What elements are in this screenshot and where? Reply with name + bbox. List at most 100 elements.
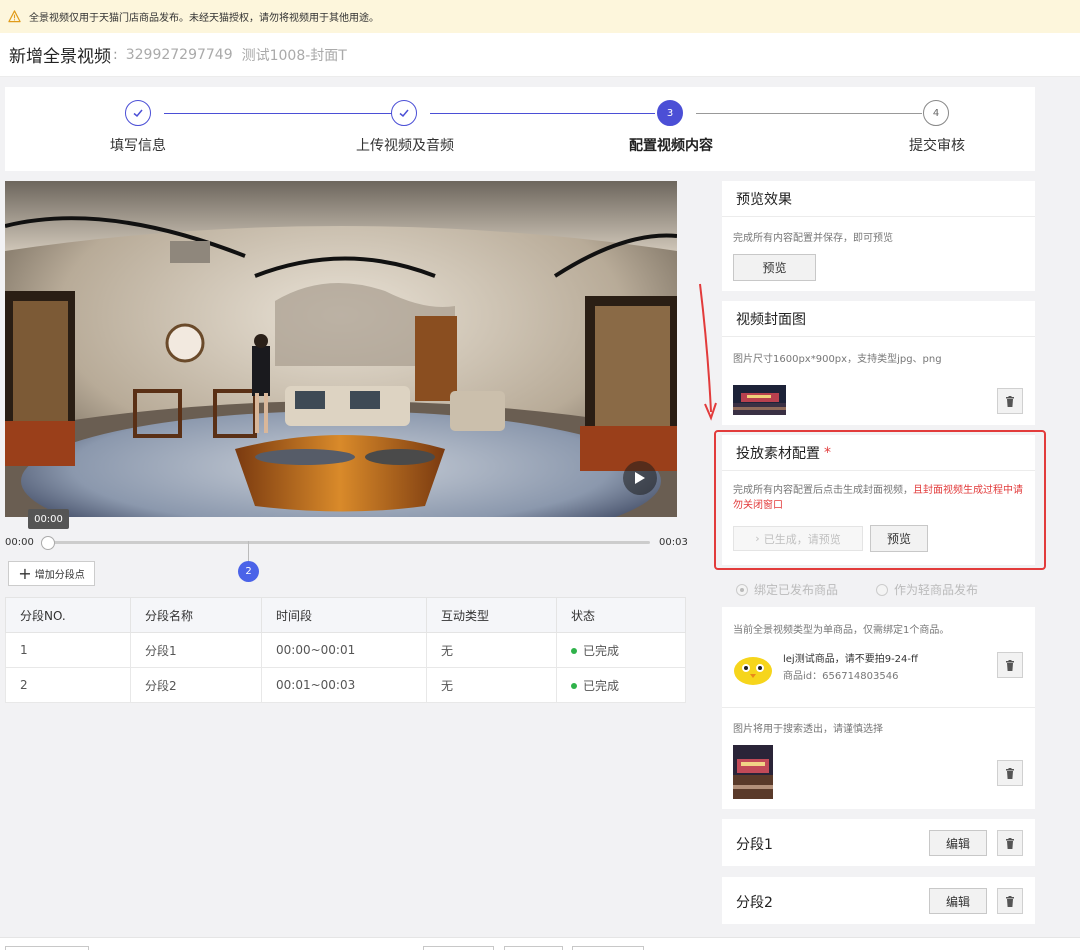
step-3-circle: 3 — [657, 100, 683, 126]
delete-search-image-button[interactable] — [997, 760, 1023, 786]
segment-point-marker[interactable]: 2 — [238, 561, 259, 582]
edit-segment-button[interactable]: 编辑 — [929, 888, 987, 914]
column-header: 分段名称 — [130, 597, 262, 633]
step-3-label: 配置视频内容 — [629, 138, 713, 154]
cover-thumbnail[interactable] — [733, 385, 786, 415]
segment-row: 分段1 编辑 — [722, 819, 1035, 866]
divider — [722, 707, 1035, 708]
status-text: 已完成 — [583, 643, 620, 658]
column-header: 时间段 — [261, 597, 427, 633]
timeline-track[interactable] — [42, 541, 650, 544]
step-4-circle: 4 — [923, 100, 949, 126]
column-header: 状态 — [556, 597, 686, 633]
step-connector — [164, 113, 392, 114]
trash-icon — [1006, 395, 1014, 407]
timeline-scrubber[interactable] — [41, 536, 55, 550]
segment-point-line — [248, 541, 249, 563]
video-name: 测试1008-封面T — [241, 47, 347, 64]
table-cell: 无 — [426, 632, 557, 668]
image-hint: 图片将用于搜索透出，请谨慎选择 — [733, 724, 883, 735]
step-indicator: 3 4 填写信息 上传视频及音频 配置视频内容 提交审核 — [5, 87, 1035, 171]
warning-icon — [8, 10, 21, 23]
current-time: 00:00 — [5, 537, 34, 548]
table-cell: 分段1 — [130, 632, 262, 668]
add-segment-label: 增加分段点 — [34, 570, 85, 581]
notice-text: 全景视频仅用于天猫门店商品发布。未经天猫授权，请勿将视频用于其他用途。 — [29, 13, 379, 24]
footer-button[interactable] — [423, 946, 494, 950]
add-segment-button[interactable]: + 增加分段点 — [8, 561, 95, 586]
panorama-frame — [5, 181, 677, 517]
delete-segment-button[interactable] — [997, 888, 1023, 914]
segment-name: 分段1 — [736, 837, 773, 853]
panel-title: 预览效果 — [722, 181, 1035, 217]
panel-title: 视频封面图 — [722, 301, 1035, 337]
step-connector — [696, 113, 922, 114]
product-avatar — [733, 652, 773, 688]
delete-product-button[interactable] — [997, 652, 1023, 678]
radio-label: 绑定已发布商品 — [754, 583, 839, 597]
product-hint: 当前全景视频类型为单商品，仅需绑定1个商品。 — [733, 625, 950, 636]
product-name: lej测试商品，请不要拍9-24-ff — [783, 654, 918, 665]
table-cell: 2 — [5, 667, 131, 703]
radio-light-product[interactable]: 作为轻商品发布 — [876, 581, 978, 598]
trash-icon — [1006, 767, 1014, 779]
table-row[interactable]: 2 分段2 00:01~00:03 无 已完成 — [5, 667, 686, 703]
table-cell: 分段2 — [130, 667, 262, 703]
status-dot-icon — [571, 648, 577, 654]
radio-selected-icon — [736, 583, 748, 596]
table-cell: 无 — [426, 667, 557, 703]
preview-hint: 完成所有内容配置并保存，即可预览 — [733, 233, 893, 244]
footer-button[interactable] — [5, 946, 89, 950]
radio-unselected-icon — [876, 583, 889, 596]
radio-label: 作为轻商品发布 — [894, 583, 979, 597]
panorama-video-player[interactable] — [5, 181, 677, 517]
column-header: 分段NO. — [5, 597, 131, 633]
product-chick-image — [734, 657, 772, 685]
page-title: 新增全景视频 — [9, 47, 111, 67]
play-button[interactable] — [623, 461, 657, 495]
product-id: 商品id：656714803546 — [783, 671, 899, 682]
edit-segment-button[interactable]: 编辑 — [929, 830, 987, 856]
trash-icon — [1006, 895, 1014, 907]
step-1-label: 填写信息 — [110, 138, 166, 154]
table-header-row: 分段NO. 分段名称 时间段 互动类型 状态 — [5, 597, 686, 633]
cover-image — [733, 385, 786, 415]
cover-hint: 图片尺寸1600px*900px，支持类型jpg、png — [733, 354, 942, 365]
play-icon — [635, 472, 645, 484]
publish-mode-radios: 绑定已发布商品 作为轻商品发布 — [722, 572, 1035, 607]
radio-bound-product[interactable]: 绑定已发布商品 — [736, 581, 838, 598]
column-header: 互动类型 — [426, 597, 557, 633]
preview-button[interactable]: 预览 — [733, 254, 816, 281]
page-header: 新增全景视频 : 329927297749 测试1008-封面T — [0, 33, 1080, 77]
footer-bar — [0, 937, 1080, 950]
segment-table: 分段NO. 分段名称 时间段 互动类型 状态 1 分段1 00:00~00:01… — [5, 597, 686, 703]
product-panel: 绑定已发布商品 作为轻商品发布 当前全景视频类型为单商品，仅需绑定1个商品。 l… — [722, 572, 1035, 809]
status-dot-icon — [571, 683, 577, 689]
delete-cover-button[interactable] — [997, 388, 1023, 414]
video-id: 329927297749 — [125, 46, 233, 63]
time-tooltip: 00:00 — [28, 509, 69, 529]
step-4-label: 提交审核 — [909, 138, 965, 154]
status-text: 已完成 — [583, 678, 620, 693]
footer-button[interactable] — [504, 946, 563, 950]
status-cell: 已完成 — [556, 667, 686, 703]
table-cell: 00:01~00:03 — [261, 667, 427, 703]
search-image-thumbnail[interactable] — [733, 745, 773, 799]
notice-bar: 全景视频仅用于天猫门店商品发布。未经天猫授权，请勿将视频用于其他用途。 — [0, 0, 1080, 33]
footer-button[interactable] — [572, 946, 644, 950]
plus-icon: + — [18, 563, 32, 583]
segment-name: 分段2 — [736, 895, 773, 911]
step-2-check-icon — [391, 100, 417, 126]
table-cell: 1 — [5, 632, 131, 668]
step-1-check-icon — [125, 100, 151, 126]
status-cell: 已完成 — [556, 632, 686, 668]
preview-panel: 预览效果 完成所有内容配置并保存，即可预览 预览 — [722, 181, 1035, 291]
total-time: 00:03 — [659, 537, 688, 548]
trash-icon — [1006, 659, 1014, 671]
product-card: 当前全景视频类型为单商品，仅需绑定1个商品。 lej测试商品，请不要拍9-24-… — [722, 607, 1035, 809]
title-separator: : — [113, 46, 118, 63]
search-image — [733, 745, 773, 799]
delete-segment-button[interactable] — [997, 830, 1023, 856]
step-2-label: 上传视频及音频 — [356, 138, 454, 154]
table-row[interactable]: 1 分段1 00:00~00:01 无 已完成 — [5, 632, 686, 668]
